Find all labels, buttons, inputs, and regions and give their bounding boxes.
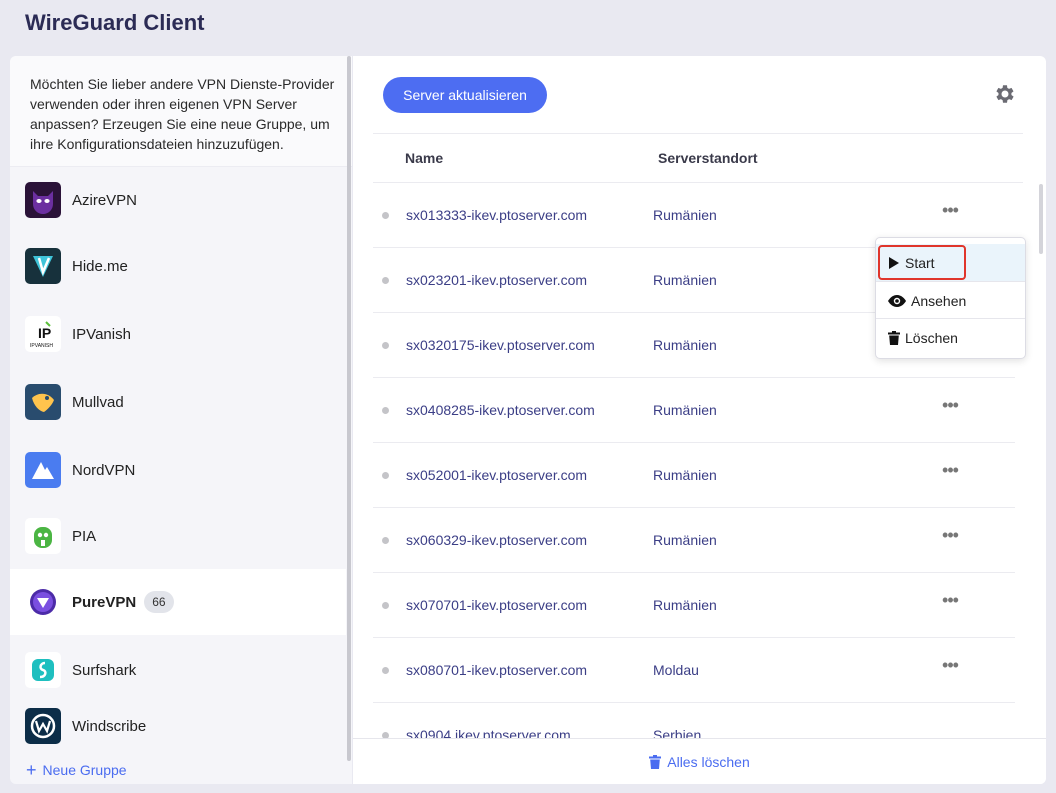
menu-item-label: Ansehen bbox=[911, 293, 967, 309]
sidebar-scrollbar[interactable] bbox=[347, 56, 351, 761]
sidebar: Möchten Sie lieber andere VPN Dienste-Pr… bbox=[10, 56, 352, 784]
sidebar-item-label: Windscribe bbox=[72, 717, 147, 735]
divider bbox=[373, 133, 1023, 134]
svg-text:IP: IP bbox=[38, 325, 51, 341]
sidebar-item-azirevpn[interactable]: AzireVPN bbox=[10, 167, 346, 233]
trash-icon bbox=[649, 754, 662, 769]
status-dot-icon bbox=[382, 602, 389, 609]
hideme-logo-icon bbox=[25, 248, 61, 284]
menu-item-label: Löschen bbox=[905, 330, 958, 346]
refresh-servers-button[interactable]: Server aktualisieren bbox=[383, 77, 547, 113]
menu-item-start[interactable]: Start bbox=[876, 244, 1025, 282]
sidebar-item-label: NordVPN bbox=[72, 461, 136, 479]
status-dot-icon bbox=[382, 407, 389, 414]
server-location: Rumänien bbox=[653, 207, 717, 223]
plus-icon: + bbox=[26, 760, 37, 780]
sidebar-item-label: PureVPN bbox=[72, 593, 137, 611]
sidebar-item-purevpn[interactable]: PureVPN 66 bbox=[10, 569, 346, 635]
more-options-icon[interactable]: ••• bbox=[938, 396, 962, 418]
gear-icon[interactable] bbox=[993, 82, 1017, 106]
sidebar-item-label: Surfshark bbox=[72, 661, 137, 679]
menu-item-view[interactable]: Ansehen bbox=[876, 282, 1025, 320]
table-row[interactable]: sx0408285-ikev.ptoserver.com Rumänien ••• bbox=[373, 378, 1015, 443]
column-header-location: Serverstandort bbox=[658, 150, 758, 166]
status-dot-icon bbox=[382, 277, 389, 284]
sidebar-item-label: IPVanish bbox=[72, 325, 131, 343]
azirevpn-logo-icon bbox=[25, 182, 61, 218]
nordvpn-logo-icon bbox=[25, 452, 61, 488]
count-badge: 66 bbox=[144, 591, 174, 613]
status-dot-icon bbox=[382, 212, 389, 219]
server-location: Moldau bbox=[653, 662, 699, 678]
purevpn-logo-icon bbox=[25, 584, 61, 620]
server-location: Serbien bbox=[653, 727, 702, 738]
column-header-name: Name bbox=[405, 150, 444, 166]
sidebar-intro-text: Möchten Sie lieber andere VPN Dienste-Pr… bbox=[10, 56, 352, 167]
server-name: sx060329-ikev.ptoserver.com bbox=[406, 532, 588, 548]
server-location: Rumänien bbox=[653, 272, 717, 288]
sidebar-item-mullvad[interactable]: Mullvad bbox=[10, 369, 346, 435]
server-name: sx0320175-ikev.ptoserver.com bbox=[406, 337, 595, 353]
server-name: sx052001-ikev.ptoserver.com bbox=[406, 467, 588, 483]
clear-all-button[interactable]: Alles löschen bbox=[649, 754, 750, 770]
table-row[interactable]: sx080701-ikev.ptoserver.com Moldau ••• bbox=[373, 638, 1015, 703]
server-name: sx0904 ikev.ptoserver.com bbox=[406, 727, 571, 738]
table-row[interactable]: sx0904 ikev.ptoserver.com Serbien bbox=[373, 703, 1015, 738]
pia-logo-icon bbox=[25, 518, 61, 554]
new-group-button[interactable]: + Neue Gruppe bbox=[26, 760, 127, 780]
server-location: Rumänien bbox=[653, 532, 717, 548]
windscribe-logo-icon bbox=[25, 708, 61, 744]
server-location: Rumänien bbox=[653, 402, 717, 418]
trash-icon bbox=[888, 331, 900, 345]
sidebar-item-ipvanish[interactable]: IP IPVANISH IPVanish bbox=[10, 301, 346, 367]
mullvad-logo-icon bbox=[25, 384, 61, 420]
more-options-icon[interactable]: ••• bbox=[938, 591, 962, 613]
new-group-label: Neue Gruppe bbox=[42, 762, 127, 778]
more-options-icon[interactable]: ••• bbox=[938, 461, 962, 483]
sidebar-item-windscribe[interactable]: Windscribe bbox=[10, 693, 346, 759]
sidebar-item-label: PIA bbox=[72, 527, 97, 545]
context-menu: Start Ansehen Löschen bbox=[875, 237, 1026, 359]
sidebar-item-hideme[interactable]: Hide.me bbox=[10, 233, 346, 299]
main-panel: Server aktualisieren Name Serverstandort… bbox=[353, 56, 1046, 784]
server-name: sx013333-ikev.ptoserver.com bbox=[406, 207, 588, 223]
table-row[interactable]: sx060329-ikev.ptoserver.com Rumänien ••• bbox=[373, 508, 1015, 573]
ipvanish-logo-icon: IP IPVANISH bbox=[25, 316, 61, 352]
surfshark-logo-icon bbox=[25, 652, 61, 688]
svg-text:IPVANISH: IPVANISH bbox=[30, 343, 53, 349]
footer: Alles löschen bbox=[353, 738, 1046, 784]
status-dot-icon bbox=[382, 472, 389, 479]
status-dot-icon bbox=[382, 667, 389, 674]
server-name: sx023201-ikev.ptoserver.com bbox=[406, 272, 588, 288]
menu-item-delete[interactable]: Löschen bbox=[876, 319, 1025, 357]
more-options-icon[interactable]: ••• bbox=[938, 656, 962, 678]
server-location: Rumänien bbox=[653, 467, 717, 483]
sidebar-item-nordvpn[interactable]: NordVPN bbox=[10, 437, 346, 503]
table-row[interactable]: sx070701-ikev.ptoserver.com Rumänien ••• bbox=[373, 573, 1015, 638]
server-location: Rumänien bbox=[653, 337, 717, 353]
table-scrollbar[interactable] bbox=[1039, 184, 1043, 254]
sidebar-item-label: AzireVPN bbox=[72, 191, 138, 209]
more-options-icon[interactable]: ••• bbox=[938, 201, 962, 223]
app-title: WireGuard Client bbox=[25, 10, 205, 35]
sidebar-item-label: Mullvad bbox=[72, 393, 124, 411]
eye-icon bbox=[888, 295, 906, 307]
server-name: sx070701-ikev.ptoserver.com bbox=[406, 597, 588, 613]
sidebar-item-label: Hide.me bbox=[72, 257, 128, 275]
play-icon bbox=[889, 257, 899, 269]
sidebar-item-pia[interactable]: PIA bbox=[10, 503, 346, 569]
status-dot-icon bbox=[382, 342, 389, 349]
clear-all-label: Alles löschen bbox=[667, 753, 750, 770]
more-options-icon[interactable]: ••• bbox=[938, 526, 962, 548]
server-name: sx0408285-ikev.ptoserver.com bbox=[406, 402, 595, 418]
server-location: Rumänien bbox=[653, 597, 717, 613]
table-row[interactable]: sx052001-ikev.ptoserver.com Rumänien ••• bbox=[373, 443, 1015, 508]
status-dot-icon bbox=[382, 537, 389, 544]
server-name: sx080701-ikev.ptoserver.com bbox=[406, 662, 588, 678]
menu-item-label: Start bbox=[905, 255, 935, 271]
